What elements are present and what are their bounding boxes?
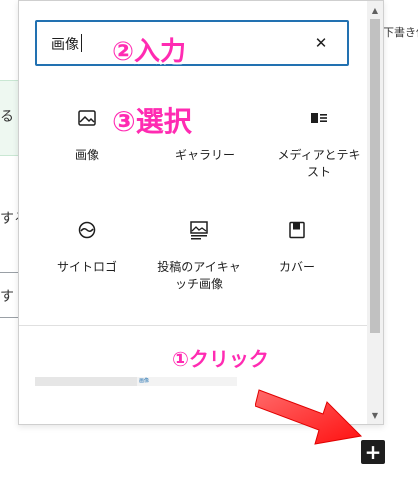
block-site-logo[interactable]: サイトロゴ: [35, 219, 139, 276]
featured-image-icon: [190, 221, 208, 240]
cover-icon: [289, 221, 305, 239]
image-icon: [78, 110, 96, 126]
block-label: ギャラリー: [174, 148, 235, 162]
annotation-step-1: ①クリック: [172, 347, 269, 371]
gallery-icon: [194, 107, 216, 129]
annotation-step-2: ②入力: [112, 37, 187, 67]
close-icon[interactable]: ✕: [311, 33, 331, 53]
save-draft-link[interactable]: 下書き保存: [383, 24, 418, 40]
block-search-input[interactable]: 画像 ✕: [35, 20, 349, 66]
input-fragment: す: [0, 289, 14, 305]
block-media-text[interactable]: メディアとテキ スト: [267, 107, 371, 181]
annotation-step-3: ③選択: [112, 105, 192, 138]
scrollbar[interactable]: ▲ ▼: [367, 1, 383, 424]
text-caret: [81, 34, 82, 52]
scroll-down-icon[interactable]: ▼: [367, 409, 383, 423]
block-preview-thumbnail: [137, 377, 237, 386]
section-divider: [19, 325, 367, 326]
paragraph-fragment: る: [0, 109, 14, 125]
block-label: メディアとテキ スト: [277, 148, 361, 179]
add-block-button[interactable]: +: [361, 440, 385, 464]
scroll-up-icon[interactable]: ▲: [367, 4, 383, 18]
pointer-arrow-icon: [255, 389, 363, 445]
block-preview-thumbnail: [35, 377, 145, 386]
block-label: 画像: [74, 148, 99, 162]
preview-text: 画像: [139, 378, 150, 384]
block-label: サイトロゴ: [56, 260, 117, 274]
block-cover[interactable]: カバー: [245, 219, 349, 276]
block-featured-image[interactable]: 投稿のアイキャ ッチ画像: [147, 219, 251, 293]
block-label: 投稿のアイキャ ッチ画像: [157, 260, 241, 291]
media-text-icon: [311, 113, 327, 123]
site-logo-icon: [78, 221, 96, 239]
block-label: カバー: [278, 260, 315, 274]
search-value: 画像: [51, 37, 79, 53]
scrollbar-thumb[interactable]: [370, 19, 380, 333]
